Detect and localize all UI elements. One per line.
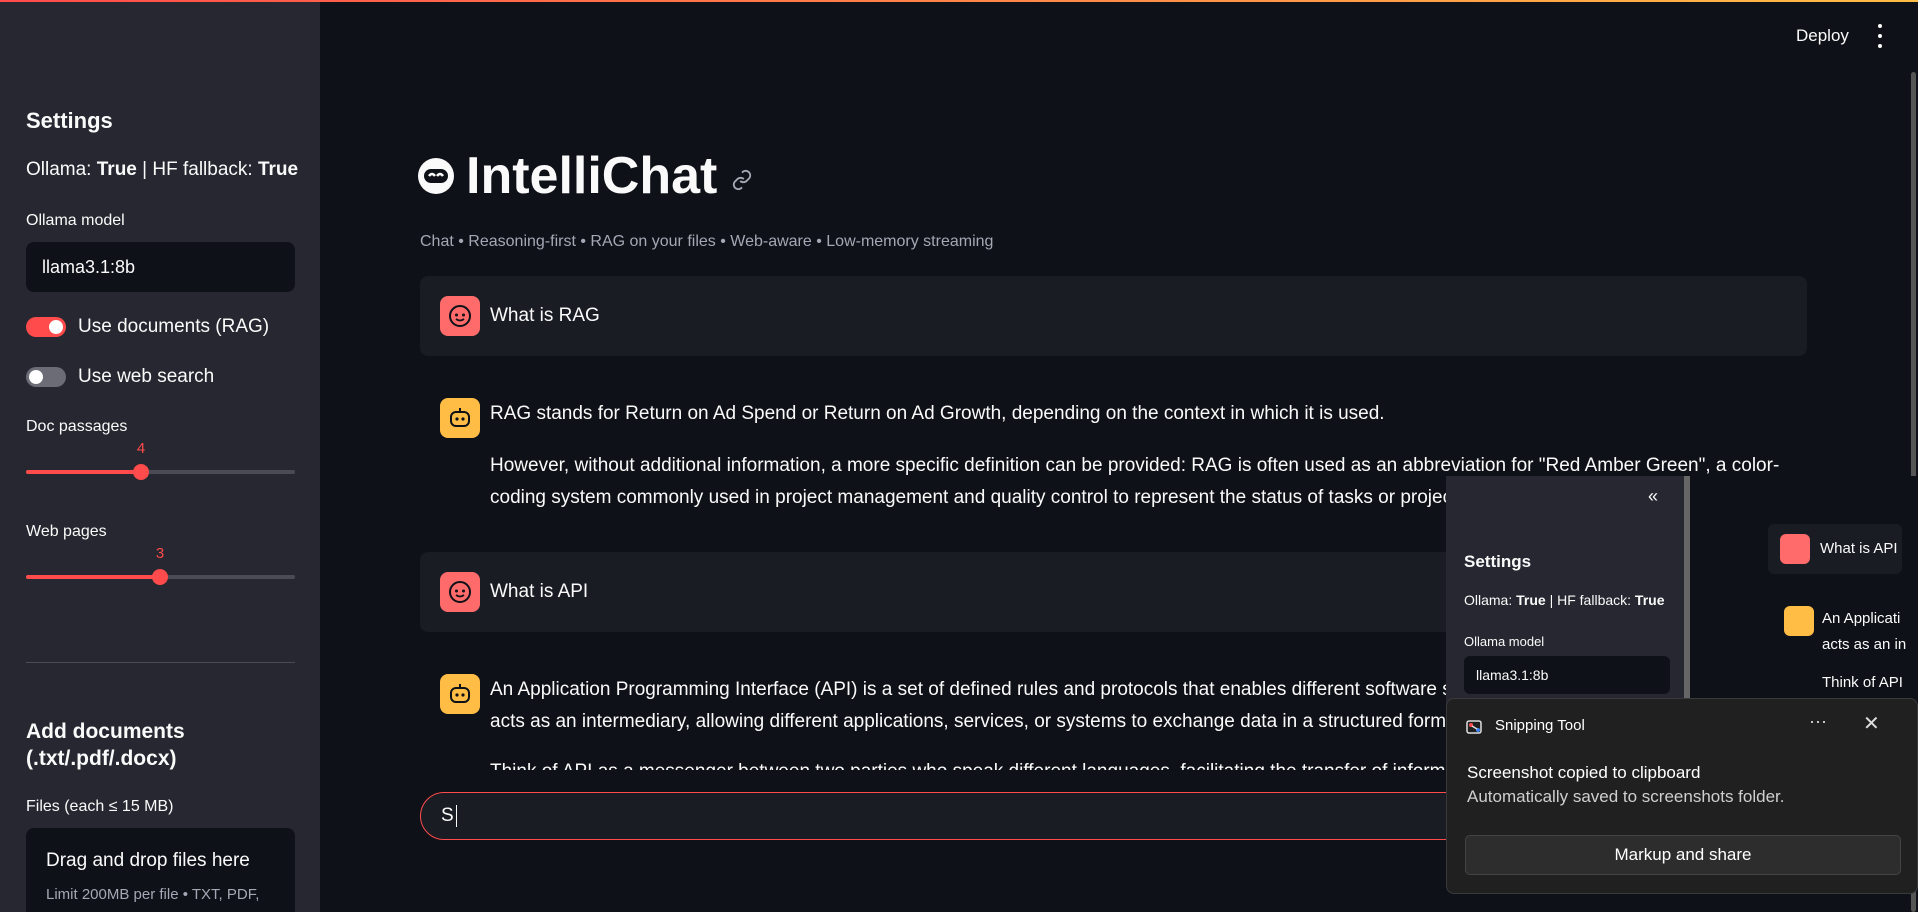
robot-face-icon [418, 158, 454, 194]
top-decoration-bar [0, 0, 1918, 2]
status-separator: | [142, 159, 148, 180]
backend-status: Ollama: True | HF fallback: True [26, 159, 298, 181]
use-web-toggle-row[interactable]: Use web search [26, 366, 214, 388]
more-icon[interactable]: ··· [1809, 711, 1827, 732]
dropzone-title: Drag and drop files here [46, 850, 250, 871]
hf-fallback-label: HF fallback: [152, 159, 253, 180]
page-title-row: IntelliChat [416, 146, 753, 206]
snipping-tool-notification: Snipping Tool ··· ✕ Screenshot copied to… [1446, 698, 1918, 894]
file-dropzone[interactable]: Drag and drop files here Limit 200MB per… [26, 828, 295, 912]
preview-bot-line: An Applicati [1822, 610, 1901, 627]
doc-passages-slider-thumb[interactable] [133, 464, 149, 480]
preview-settings-title: Settings [1464, 552, 1532, 571]
chat-input-text: S [441, 805, 454, 826]
use-documents-label: Use documents (RAG) [78, 316, 270, 337]
preview-status: Ollama: True | HF fallback: True [1464, 592, 1665, 608]
ollama-status-value: True [96, 159, 137, 180]
sidebar-divider [26, 662, 295, 663]
page-title: IntelliChat [466, 147, 718, 205]
use-documents-toggle-row[interactable]: Use documents (RAG) [26, 316, 269, 338]
message-text-line: RAG stands for Return on Ad Spend or Ret… [490, 403, 1385, 424]
snipping-tool-icon [1466, 720, 1482, 734]
files-label: Files (each ≤ 15 MB) [26, 798, 174, 815]
toast-subtitle: Automatically saved to screenshots folde… [1467, 787, 1785, 806]
add-documents-heading: Add documents (.txt/.pdf/.docx) [26, 720, 185, 770]
message-text-line: An Application Programming Interface (AP… [490, 679, 1462, 700]
preview-ollama-value: True [1516, 592, 1546, 608]
use-documents-toggle[interactable] [26, 317, 66, 337]
preview-ollama-label: Ollama: [1464, 592, 1513, 608]
preview-sidebar: « Settings Ollama: True | HF fallback: T… [1446, 476, 1686, 716]
doc-passages-slider[interactable]: 4 [26, 440, 295, 480]
deploy-button[interactable]: Deploy [1796, 26, 1849, 46]
toast-app-name: Snipping Tool [1495, 717, 1585, 734]
message-text: What is API [490, 581, 589, 602]
web-pages-slider[interactable]: 3 [26, 545, 295, 585]
assistant-avatar-icon [440, 398, 480, 438]
web-pages-value: 3 [155, 545, 165, 562]
page-caption: Chat • Reasoning-first • RAG on your fil… [420, 233, 994, 250]
preview-user-avatar-icon [1780, 534, 1810, 564]
preview-bot-line: Think of API [1822, 674, 1903, 691]
markup-and-share-button[interactable]: Markup and share [1465, 835, 1901, 875]
double-chevron-left-icon: « [1648, 486, 1659, 506]
preview-scrollbar [1684, 476, 1690, 716]
web-pages-slider-thumb[interactable] [152, 569, 168, 585]
preview-model-input: llama3.1:8b [1464, 656, 1670, 694]
chat-message-user: What is RAG [420, 276, 1807, 356]
sidebar: Settings Ollama: True | HF fallback: Tru… [0, 0, 320, 912]
ollama-status-label: Ollama: [26, 159, 92, 180]
kebab-menu-icon[interactable] [1872, 24, 1888, 48]
hf-fallback-value: True [257, 159, 299, 180]
user-avatar-icon [440, 296, 480, 336]
preview-assistant-avatar-icon [1784, 606, 1814, 636]
dropzone-subtitle: Limit 200MB per file • TXT, PDF, [46, 886, 260, 903]
assistant-avatar-icon [440, 674, 480, 714]
close-icon[interactable]: ✕ [1863, 711, 1880, 736]
text-caret [455, 805, 457, 827]
message-text-line: Think of API as a messenger between two … [490, 755, 1466, 770]
web-pages-label: Web pages [26, 523, 107, 540]
sidebar-title: Settings [26, 108, 113, 133]
screenshot-preview: « Settings Ollama: True | HF fallback: T… [1446, 476, 1918, 716]
preview-bot-line: acts as an in [1822, 636, 1907, 653]
message-text: What is RAG [490, 305, 600, 326]
doc-passages-label: Doc passages [26, 418, 128, 435]
model-input[interactable]: llama3.1:8b [26, 242, 295, 292]
user-avatar-icon [440, 572, 480, 612]
doc-passages-value: 4 [136, 440, 146, 457]
message-text-line: acts as an intermediary, allowing differ… [490, 711, 1457, 732]
link-icon[interactable] [731, 169, 753, 191]
preview-user-text: What is API [1820, 540, 1898, 557]
preview-hf-value: True [1634, 592, 1665, 608]
message-text-line: coding system commonly used in project m… [490, 487, 1453, 508]
preview-hf-label: | HF fallback: [1549, 592, 1632, 608]
preview-model-label: Ollama model [1464, 634, 1545, 649]
use-web-toggle[interactable] [26, 367, 66, 387]
preview-user-message: What is API [1768, 524, 1902, 574]
model-label: Ollama model [26, 212, 125, 229]
use-web-label: Use web search [78, 366, 215, 387]
toast-title: Screenshot copied to clipboard [1467, 763, 1701, 782]
